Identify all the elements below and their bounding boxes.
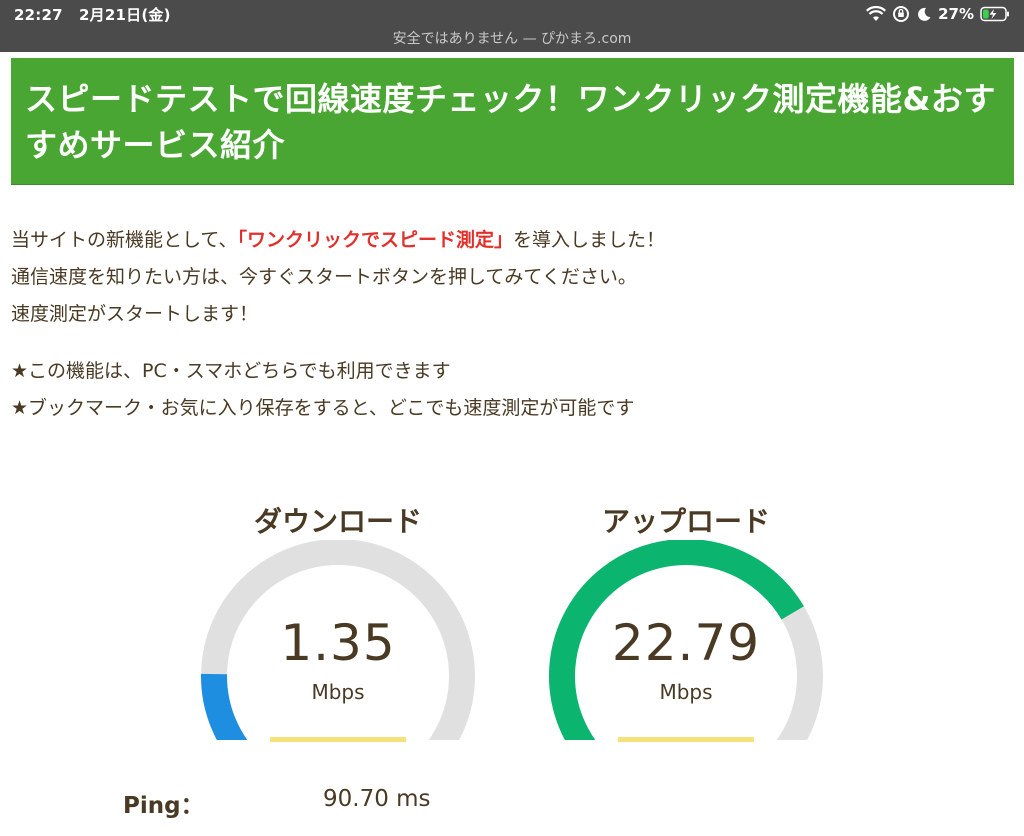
feature-highlight: 「ワンクリックでスピード測定」 [237, 229, 513, 251]
battery-icon [980, 6, 1010, 22]
download-label: ダウンロード [253, 505, 422, 538]
intro-line-1-after: を導入しました！ [513, 229, 666, 251]
upload-underline [618, 737, 754, 742]
moon-icon [916, 6, 932, 22]
status-time: 22:27 [14, 6, 63, 24]
intro-line-1: 当サイトの新機能として、「ワンクリックでスピード測定」を導入しました！ [11, 222, 1001, 259]
address-bar-url[interactable]: 安全ではありません — ぴかまろ.com [0, 28, 1024, 48]
upload-speed-unit: Mbps [659, 680, 713, 704]
intro-line-1-before: 当サイトの新機能として、 [11, 229, 238, 251]
page-title-banner: スピードテストで回線速度チェック！ワンクリック測定機能&おすすめサービス紹介 [11, 58, 1014, 185]
download-underline [270, 737, 406, 742]
note-2: ★ブックマーク・お気に入り保存をすると、どこでも速度測定が可能です [11, 397, 635, 419]
ping-value: 90.70 ms [323, 786, 431, 812]
browser-status-bar: 22:27 2月21日(金) 27% 安全ではありません — ぴかまろ.com [0, 0, 1024, 52]
wifi-icon [866, 6, 887, 22]
status-time-date: 22:27 2月21日(金) [14, 4, 171, 25]
orientation-lock-icon [892, 5, 910, 23]
note-1: ★この機能は、PC・スマホどちらでも利用できます [11, 360, 451, 382]
ping-label: Ping： [123, 793, 204, 819]
download-gauge: ダウンロード 1.35 Mbps [188, 500, 488, 770]
feature-notes: ★この機能は、PC・スマホどちらでも利用できます ★ブックマーク・お気に入り保存… [11, 353, 1001, 427]
status-icons: 27% [866, 4, 1010, 24]
upload-label: アップロード [601, 505, 770, 538]
download-speed-value: 1.35 [280, 614, 396, 672]
intro-section: 当サイトの新機能として、「ワンクリックでスピード測定」を導入しました！ 通信速度… [11, 222, 1001, 427]
upload-gauge: アップロード 22.79 Mbps [536, 500, 836, 770]
intro-line-2: 通信速度を知りたい方は、今すぐスタートボタンを押してみてください。 [11, 266, 637, 288]
download-speed-unit: Mbps [311, 680, 365, 704]
intro-line-3: 速度測定がスタートします！ [11, 303, 259, 325]
battery-percentage: 27% [938, 5, 974, 23]
status-date: 2月21日(金) [79, 6, 171, 24]
upload-speed-value: 22.79 [611, 614, 761, 672]
page-title: スピードテストで回線速度チェック！ワンクリック測定機能&おすすめサービス紹介 [25, 80, 996, 164]
